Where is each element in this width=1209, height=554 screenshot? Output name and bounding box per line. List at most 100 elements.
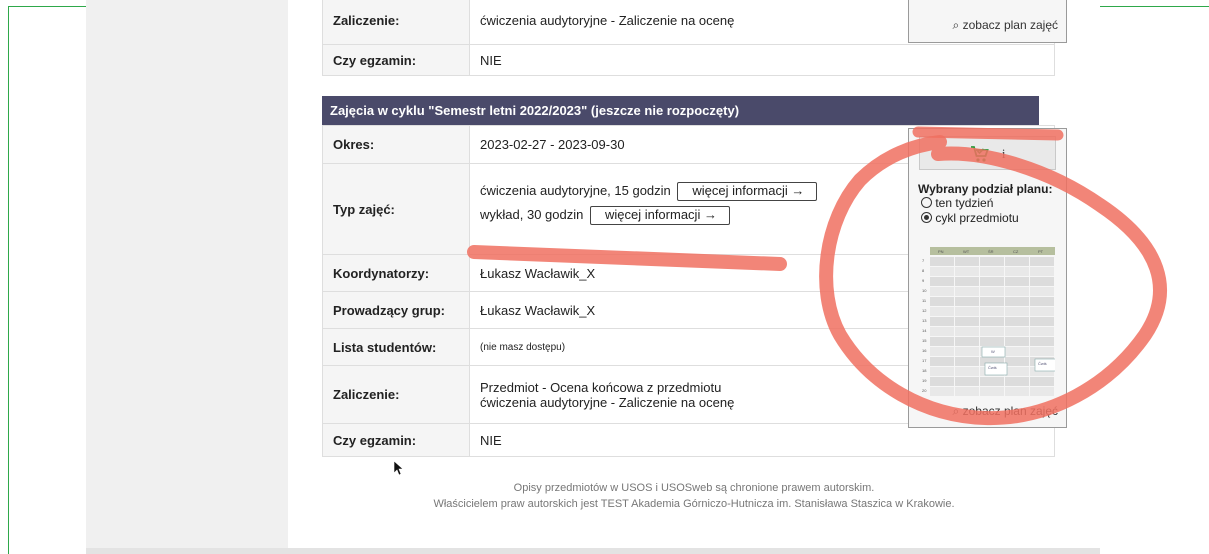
hour-label: 16 [922,348,927,353]
footer-line: Opisy przedmiotów w USOS i USOSweb są ch… [513,482,875,494]
schedule-cell [930,297,954,306]
schedule-cell [1005,367,1029,376]
schedule-cell [980,377,1004,386]
schedule-cell [1030,297,1054,306]
plan-split-title: Wybrany podział planu: [918,182,1053,196]
schedule-cell [980,307,1004,316]
schedule-cell [930,317,954,326]
mini-schedule[interactable]: PN WT ŚR CZ PT 7 8 9 10 11 12 13 14 15 16 17 18 19 20… [921,247,1055,397]
radio-button-selected[interactable] [921,212,932,223]
hour-label: 15 [922,338,927,343]
day-label: WT [963,249,970,254]
class-type-line: ćwiczenia audytoryjne, 15 godzin więcej … [480,179,898,203]
schedule-cell [955,367,979,376]
more-info-button[interactable]: więcej informacji → [677,182,818,201]
schedule-cell [1005,277,1029,286]
mouse-cursor-icon [394,461,404,475]
plan-link-text: zobacz plan zajęć [962,18,1058,32]
schedule-cell [955,267,979,276]
row-label: Koordynatorzy: [322,254,470,292]
more-info-button[interactable]: więcej informacji → [589,206,730,225]
schedule-cell [1005,287,1029,296]
schedule-cell [930,377,954,386]
day-label: ŚR [988,249,994,254]
day-label: CZ [1013,249,1019,254]
schedule-cell [1030,347,1054,356]
schedule-cell [980,337,1004,346]
schedule-cell [1005,307,1029,316]
schedule-cell [930,257,954,266]
schedule-cell [980,327,1004,336]
row-label: Lista studentów: [322,328,470,366]
schedule-cell [955,307,979,316]
hour-label: 9 [922,278,925,283]
previous-plan-box: ⌕ zobacz plan zajęć [908,0,1067,43]
schedule-cell [955,337,979,346]
hour-label: 14 [922,328,927,333]
schedule-cell [980,287,1004,296]
event-label: Ćwiś [988,365,997,370]
schedule-cell [1030,317,1054,326]
schedule-cell [930,387,954,396]
schedule-cell [930,287,954,296]
schedule-cell [930,357,954,366]
copyright-footer: Opisy przedmiotów w USOS i USOSweb są ch… [288,480,1100,512]
grading-line: ćwiczenia audytoryjne - Zaliczenie na oc… [480,394,735,410]
schedule-cell [1005,327,1029,336]
hour-label: 20 [922,388,927,393]
schedule-cell [955,387,979,396]
schedule-cell [955,287,979,296]
search-icon: ⌕ [952,18,960,32]
table-row: Czy egzamin: NIE [322,44,1055,76]
radio-label: cykl przedmiotu [935,211,1019,225]
radio-button[interactable] [921,197,932,208]
row-label: Zaliczenie: [322,0,470,45]
cart-icon [971,146,990,162]
radio-cycle[interactable]: cykl przedmiotu [921,211,1019,226]
search-icon: ⌕ [952,404,960,418]
row-value: 2023-02-27 - 2023-09-30 [469,125,908,164]
schedule-cell [955,277,979,286]
row-value: Łukasz Wacławik_X [469,291,908,329]
plan-link[interactable]: ⌕ zobacz plan zajęć [953,404,1058,419]
class-type-text: wykład, 30 godzin [480,207,584,222]
schedule-cell [1005,257,1029,266]
schedule-cell [1005,267,1029,276]
row-value: NIE [469,423,908,457]
schedule-cell [955,327,979,336]
info-icon[interactable]: i [1002,146,1006,161]
schedule-cell [1030,287,1054,296]
hour-label: 11 [922,298,927,303]
class-type-text: ćwiczenia audytoryjne, 15 godzin [480,183,671,198]
row-label: Prowadzący grup: [322,291,470,329]
schedule-cell [930,347,954,356]
radio-this-week[interactable]: ten tydzień [921,196,1019,211]
class-type-line: wykład, 30 godzin więcej informacji → [480,203,898,227]
bottom-bar [86,548,1100,554]
row-value: (nie masz dostępu) [469,328,908,366]
schedule-cell [980,317,1004,326]
schedule-cell [930,367,954,376]
plan-box: i Wybrany podział planu: ten tydzień cyk… [908,128,1067,428]
schedule-cell [1005,317,1029,326]
schedule-cell [980,277,1004,286]
plan-link[interactable]: ⌕ zobacz plan zajęć [953,18,1058,33]
schedule-cell [1005,387,1029,396]
schedule-cell [930,267,954,276]
row-value: ćwiczenia audytoryjne, 15 godzin więcej … [469,163,908,255]
schedule-cell [1030,257,1054,266]
schedule-cell [1030,327,1054,336]
schedule-cell [930,277,954,286]
schedule-cell [1030,267,1054,276]
row-label: Czy egzamin: [322,44,470,76]
schedule-cell [1030,307,1054,316]
schedule-cell [1030,387,1054,396]
add-to-cart-button[interactable]: i [919,136,1056,170]
day-label: PN [938,249,944,254]
hour-label: 18 [922,368,927,373]
schedule-cell [980,257,1004,266]
schedule-cell [1005,357,1029,366]
schedule-cell [930,307,954,316]
schedule-cell [930,327,954,336]
hour-label: 17 [922,358,927,363]
